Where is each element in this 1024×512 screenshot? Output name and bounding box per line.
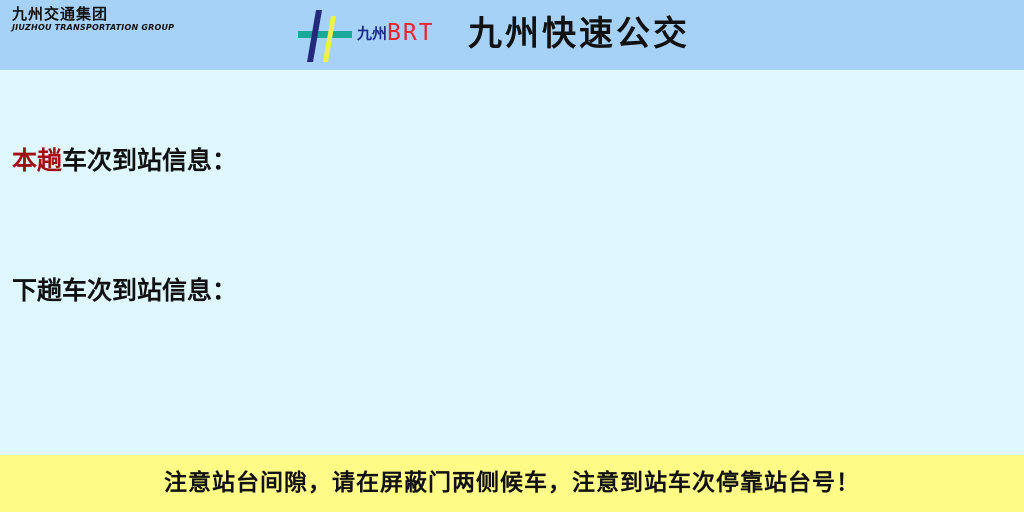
next-trip-label: 下趟车次到站信息： xyxy=(12,274,237,308)
current-trip-label: 本趟车次到站信息： xyxy=(12,144,237,178)
next-trip-text: 下趟车次到站信息： xyxy=(12,276,238,305)
safety-notice: 注意站台间隙，请在屏蔽门两侧候车，注意到站车次停靠站台号！ xyxy=(164,470,860,496)
header-bar: 九州交通集团 JIUZHOU TRANSPORTATION GROUP 九州BR… xyxy=(0,0,1024,70)
company-name-cn: 九州交通集团 xyxy=(12,5,109,23)
brt-brand-text: 九州BRT xyxy=(357,20,435,50)
current-trip-highlight: 本趟 xyxy=(12,146,63,175)
company-name-en: JIUZHOU TRANSPORTATION GROUP xyxy=(12,23,175,32)
brt-brand-en: BRT xyxy=(387,20,435,46)
page-title: 九州快速公交 xyxy=(468,14,690,54)
brt-hash-logo-icon xyxy=(298,10,352,62)
logo-stroke-yellow xyxy=(323,16,336,62)
brt-brand-cn: 九州 xyxy=(357,24,388,43)
company-brand: 九州交通集团 JIUZHOU TRANSPORTATION GROUP xyxy=(12,6,174,33)
current-trip-text: 车次到站信息： xyxy=(62,146,238,175)
logo-bar-teal xyxy=(298,31,352,38)
footer-notice-bar: 注意站台间隙，请在屏蔽门两侧候车，注意到站车次停靠站台号！ xyxy=(0,455,1024,512)
